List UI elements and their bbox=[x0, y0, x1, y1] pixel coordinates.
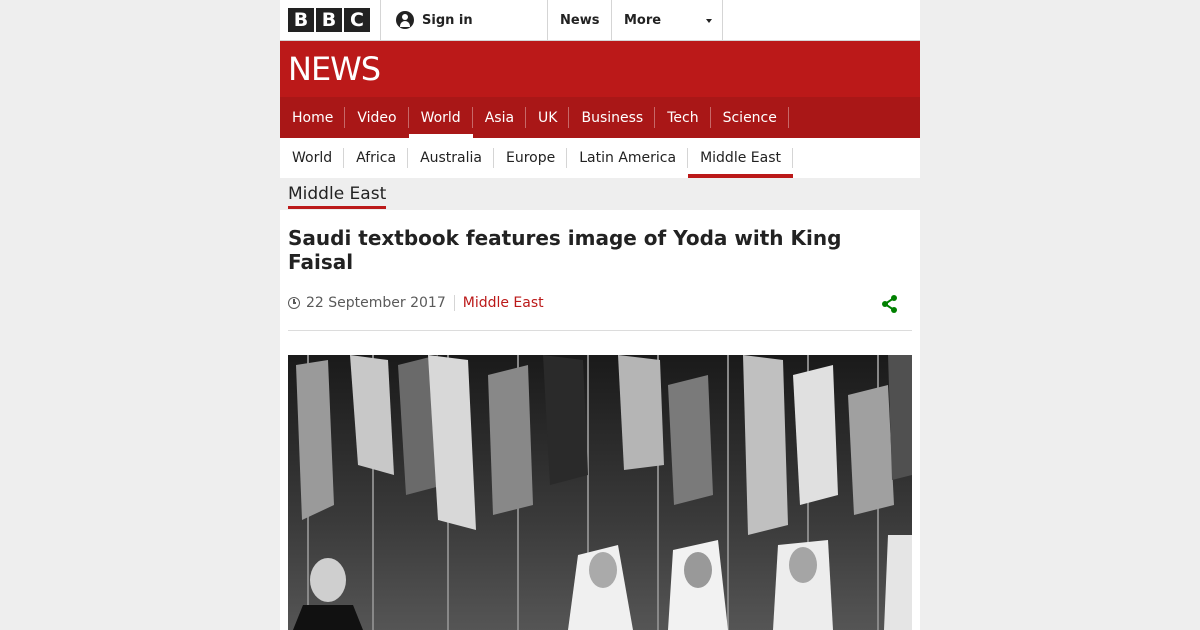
subnav-item-australia[interactable]: Australia bbox=[408, 138, 494, 178]
article-photo[interactable] bbox=[288, 355, 912, 630]
nav-item-video[interactable]: Video bbox=[345, 97, 409, 138]
top-nav-news[interactable]: News bbox=[560, 0, 599, 40]
nav-item-science[interactable]: Science bbox=[711, 97, 790, 138]
bbc-logo-letter: C bbox=[344, 8, 370, 32]
section-label[interactable]: Middle East bbox=[288, 184, 387, 209]
news-logo[interactable]: NEWS bbox=[288, 51, 381, 87]
divider bbox=[547, 0, 548, 40]
nav-item-asia[interactable]: Asia bbox=[473, 97, 527, 138]
secondary-nav: World Africa Australia Europe Latin Amer… bbox=[280, 138, 920, 178]
article: Saudi textbook features image of Yoda wi… bbox=[280, 210, 920, 630]
article-date: 22 September 2017 bbox=[306, 295, 446, 311]
sign-in-label: Sign in bbox=[422, 12, 473, 28]
chevron-down-icon[interactable] bbox=[706, 19, 712, 23]
subnav-item-middle-east[interactable]: Middle East bbox=[688, 138, 793, 178]
article-headline: Saudi textbook features image of Yoda wi… bbox=[288, 226, 842, 274]
subnav-item-africa[interactable]: Africa bbox=[344, 138, 409, 178]
page: B B C Sign in News More NEWS Home Video … bbox=[280, 0, 920, 630]
bbc-logo-letter: B bbox=[288, 8, 314, 32]
subnav-item-latin-america[interactable]: Latin America bbox=[567, 138, 688, 178]
top-bar: B B C Sign in News More bbox=[280, 0, 920, 41]
top-nav-more[interactable]: More bbox=[624, 0, 661, 40]
clock-icon bbox=[288, 297, 300, 309]
divider bbox=[722, 0, 723, 40]
divider bbox=[611, 0, 612, 40]
sign-in-link[interactable]: Sign in bbox=[396, 0, 473, 40]
divider bbox=[380, 0, 381, 40]
primary-nav: Home Video World Asia UK Business Tech S… bbox=[280, 97, 920, 138]
bbc-logo[interactable]: B B C bbox=[288, 8, 370, 32]
user-icon bbox=[396, 11, 414, 29]
subnav-item-world[interactable]: World bbox=[280, 138, 345, 178]
subnav-item-europe[interactable]: Europe bbox=[494, 138, 568, 178]
nav-item-uk[interactable]: UK bbox=[526, 97, 570, 138]
nav-item-home[interactable]: Home bbox=[280, 97, 346, 138]
nav-item-business[interactable]: Business bbox=[569, 97, 655, 138]
divider bbox=[288, 330, 912, 331]
news-masthead: NEWS bbox=[280, 41, 920, 97]
bbc-logo-letter: B bbox=[316, 8, 342, 32]
article-meta: 22 September 2017 Middle East bbox=[288, 294, 544, 312]
nav-item-world[interactable]: World bbox=[408, 97, 473, 138]
divider bbox=[453, 295, 455, 311]
share-icon[interactable] bbox=[880, 294, 900, 314]
article-section-link[interactable]: Middle East bbox=[463, 295, 544, 311]
nav-item-tech[interactable]: Tech bbox=[655, 97, 711, 138]
